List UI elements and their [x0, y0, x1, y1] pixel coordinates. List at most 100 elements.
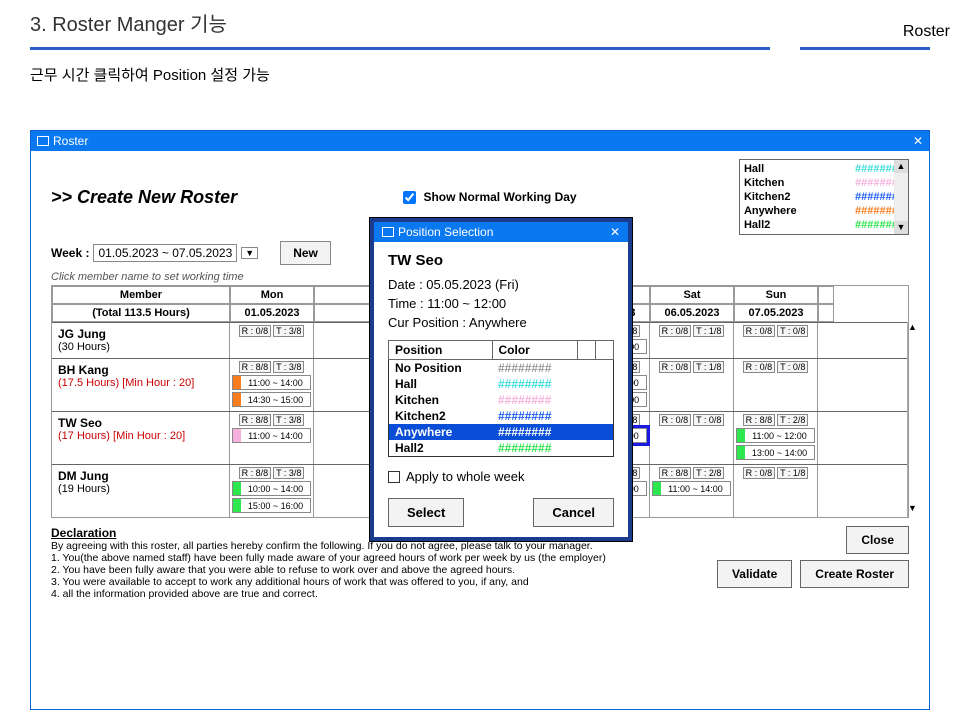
day-cell[interactable]: R : 0/8T : 3/8 [230, 323, 314, 358]
apply-label: Apply to whole week [406, 469, 525, 484]
color-chip [737, 446, 745, 459]
col-scroll [818, 286, 834, 304]
position-name: Hall [389, 376, 493, 392]
t-badge: T : 0/8 [777, 361, 808, 373]
member-hours: (17.5 Hours) [Min Hour : 20] [58, 377, 223, 389]
t-badge: T : 3/8 [273, 325, 304, 337]
position-row[interactable]: Kitchen2######## [389, 408, 614, 424]
validate-button[interactable]: Validate [717, 560, 792, 588]
day-cell[interactable]: R : 0/8T : 1/8 [734, 465, 818, 517]
position-color: ######## [492, 360, 578, 377]
show-normal-label: Show Normal Working Day [423, 190, 576, 204]
dialog-time: Time : 11:00 ~ 12:00 [388, 296, 614, 311]
show-normal-checkbox[interactable]: Show Normal Working Day [399, 188, 576, 207]
show-normal-check-input[interactable] [403, 191, 416, 204]
position-row[interactable]: Hall2######## [389, 440, 614, 457]
entry-text: 11:00 ~ 14:00 [661, 484, 730, 494]
t-badge: T : 1/8 [693, 325, 724, 337]
time-entry[interactable]: 11:00 ~ 14:00 [232, 375, 311, 390]
chevron-down-icon[interactable]: ▼ [241, 247, 258, 259]
entry-text: 15:00 ~ 16:00 [241, 501, 310, 511]
total-hours: (Total 113.5 Hours) [52, 304, 230, 322]
member-cell[interactable]: BH Kang(17.5 Hours) [Min Hour : 20] [52, 359, 230, 411]
color-chip [233, 429, 241, 442]
color-chip [233, 499, 241, 512]
entry-text: 11:00 ~ 14:00 [241, 378, 310, 388]
position-row[interactable]: Anywhere######## [389, 424, 614, 440]
create-roster-title: >> Create New Roster [51, 187, 237, 208]
entry-text: 13:00 ~ 14:00 [745, 448, 814, 458]
date-scroll [818, 304, 834, 322]
day-cell[interactable]: R : 0/8T : 0/8 [650, 412, 734, 464]
entry-text: 10:00 ~ 14:00 [241, 484, 310, 494]
day-cell[interactable]: R : 8/8T : 3/811:00 ~ 14:00 [230, 412, 314, 464]
member-cell[interactable]: DM Jung(19 Hours) [52, 465, 230, 517]
time-entry[interactable]: 11:00 ~ 12:00 [736, 428, 815, 443]
day-cell[interactable]: R : 0/8T : 0/8 [734, 323, 818, 358]
r-badge: R : 0/8 [743, 325, 776, 337]
select-button[interactable]: Select [388, 498, 464, 527]
position-table: Position Color No Position########Hall##… [388, 340, 614, 457]
col-member: Member [52, 286, 230, 304]
day-cell[interactable]: R : 8/8T : 3/8 11:00 ~ 14:00 14:30 ~ 15:00 [230, 359, 314, 411]
window-title: Roster [53, 134, 88, 148]
grid-scrollbar[interactable]: ▲ ▼ [907, 322, 908, 517]
t-badge: T : 1/8 [693, 361, 724, 373]
day-cell[interactable]: R : 8/8T : 3/810:00 ~ 14:0015:00 ~ 16:00 [230, 465, 314, 517]
week-select[interactable]: 01.05.2023 ~ 07.05.2023 [93, 244, 237, 262]
r-badge: R : 8/8 [239, 467, 272, 479]
time-entry[interactable]: 15:00 ~ 16:00 [232, 498, 311, 513]
apply-whole-week-checkbox[interactable]: Apply to whole week [388, 469, 614, 484]
member-name: JG Jung [58, 327, 223, 341]
day-cell[interactable]: R : 0/8T : 1/8 [650, 359, 734, 411]
position-selection-dialog: Position Selection ✕ TW Seo Date : 05.05… [370, 218, 632, 541]
t-badge: T : 0/8 [777, 325, 808, 337]
close-button[interactable]: Close [846, 526, 909, 554]
col-sat: Sat [650, 286, 734, 304]
t-badge: T : 3/8 [273, 414, 304, 426]
time-entry[interactable]: 13:00 ~ 14:00 [736, 445, 815, 460]
close-icon[interactable]: ✕ [913, 134, 923, 148]
t-badge: T : 2/8 [693, 467, 724, 479]
scroll-spacer [818, 359, 834, 411]
color-chip [653, 482, 661, 495]
time-entry[interactable]: 11:00 ~ 14:00 [232, 428, 311, 443]
dialog-date: Date : 05.05.2023 (Fri) [388, 277, 614, 292]
legend-box: Hall########Kitchen########Kitchen2#####… [739, 159, 909, 235]
position-color: ######## [492, 424, 578, 440]
app-icon [37, 136, 49, 146]
cancel-button[interactable]: Cancel [533, 498, 614, 527]
position-name: Anywhere [389, 424, 493, 440]
position-row[interactable]: Hall######## [389, 376, 614, 392]
time-entry[interactable]: 11:00 ~ 14:00 [652, 481, 731, 496]
page-heading-right: Roster [903, 23, 960, 41]
r-badge: R : 8/8 [239, 361, 272, 373]
scroll-spacer [818, 465, 834, 517]
position-row[interactable]: No Position######## [389, 360, 614, 377]
position-row[interactable]: Kitchen######## [389, 392, 614, 408]
scroll-up-icon[interactable]: ▲ [894, 160, 908, 173]
time-entry[interactable]: 14:30 ~ 15:00 [232, 392, 311, 407]
t-badge: T : 3/8 [273, 361, 304, 373]
day-cell[interactable]: R : 0/8T : 1/8 [650, 323, 734, 358]
day-cell[interactable]: R : 8/8T : 2/811:00 ~ 14:00 [650, 465, 734, 517]
day-cell[interactable]: R : 0/8T : 0/8 [734, 359, 818, 411]
r-badge: R : 8/8 [743, 414, 776, 426]
day-cell[interactable]: R : 8/8T : 2/811:00 ~ 12:0013:00 ~ 14:00 [734, 412, 818, 464]
member-cell[interactable]: JG Jung(30 Hours) [52, 323, 230, 358]
declaration-l4: 4. all the information provided above ar… [51, 588, 909, 600]
page-subtitle: 근무 시간 클릭하여 Position 설정 가능 [0, 50, 960, 93]
scroll-down-icon[interactable]: ▼ [894, 221, 908, 234]
legend-scrollbar[interactable]: ▲ ▼ [894, 160, 908, 234]
create-roster-button[interactable]: Create Roster [800, 560, 909, 588]
app-icon [382, 227, 394, 237]
new-button[interactable]: New [280, 241, 331, 265]
time-entry[interactable]: 10:00 ~ 14:00 [232, 481, 311, 496]
position-color: ######## [492, 376, 578, 392]
checkbox-icon[interactable] [388, 471, 400, 483]
member-cell[interactable]: TW Seo(17 Hours) [Min Hour : 20] [52, 412, 230, 464]
col-mon: Mon [230, 286, 314, 304]
close-icon[interactable]: ✕ [610, 225, 620, 239]
header-underline [30, 47, 770, 50]
date-mon: 01.05.2023 [230, 304, 314, 322]
